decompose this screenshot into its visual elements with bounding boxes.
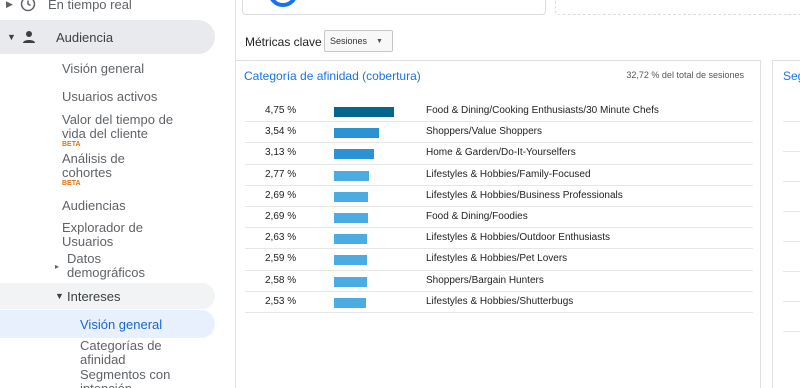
value-label: 2,59 %: [265, 253, 297, 265]
bar: [334, 191, 368, 202]
beta-badge: BETA: [62, 180, 81, 187]
sidebar-item-active-users[interactable]: Usuarios activos: [62, 90, 157, 104]
metrics-label: Métricas clave: [245, 35, 322, 49]
summary-card-placeholder: [555, 0, 800, 15]
bar: [334, 149, 374, 160]
panel-total: 32,72 % del total de sesiones: [626, 70, 744, 80]
category-label: Lifestyles & Hobbies/Business Profession…: [426, 189, 623, 201]
category-label: Home & Garden/Do-It-Yourselfers: [426, 147, 576, 159]
sidebar-item-label: Audiencias: [62, 198, 126, 213]
category-label: Shoppers/Value Shoppers: [426, 126, 543, 138]
bar: [334, 297, 366, 308]
category-label: Lifestyles & Hobbies/Shutterbugs: [426, 295, 574, 307]
category-label: Food & Dining/Foodies: [426, 210, 528, 222]
table-row: 4,75 % Food & Dining/Cooking Enthusiasts/…: [245, 101, 753, 123]
table-row: 2,69 % Lifestyles & Hobbies/Business Prof…: [245, 186, 753, 207]
value-label: 2,53 %: [265, 295, 297, 307]
sidebar-item-label: Valor del tiempo de vida del cliente: [62, 112, 174, 141]
circle-icon: [268, 0, 298, 7]
bar: [334, 255, 367, 266]
divider: [783, 181, 800, 182]
bar: [334, 234, 368, 245]
table-row: 3,13 % Home & Garden/Do-It-Yourselfers: [245, 143, 753, 165]
affinity-table: 4,75 % Food & Dining/Cooking Enthusiasts/…: [245, 101, 753, 313]
divider: [783, 331, 800, 332]
value-label: 2,69 %: [265, 189, 297, 201]
clock-icon: [20, 0, 36, 12]
metrics-select-value: Sesiones: [330, 36, 368, 46]
table-row: 2,77 % Lifestyles & Hobbies/Family-Focuse…: [245, 165, 753, 186]
sidebar-item-label: Usuarios activos: [62, 89, 158, 104]
category-label: Food & Dining/Cooking Enthusiasts/30 Min…: [426, 105, 659, 116]
sidebar-item-label: Audiencia: [56, 29, 114, 45]
value-label: 4,75 %: [265, 105, 297, 116]
bar: [334, 107, 394, 117]
person-icon: [23, 31, 35, 43]
value-label: 2,58 %: [265, 274, 297, 286]
category-label: Shoppers/Bargain Hunters: [426, 274, 544, 286]
category-label: Lifestyles & Hobbies/Family-Focused: [426, 168, 591, 180]
beta-badge: BETA: [62, 141, 81, 148]
sidebar-item-label: Visión general: [62, 61, 145, 76]
divider: [783, 301, 800, 302]
sidebar-item-audiences[interactable]: Audiencias: [62, 199, 126, 213]
sidebar-item-label: Categorías de afinidad: [80, 338, 162, 367]
table-row: 2,53 % Lifestyles & Hobbies/Shutterbugs: [245, 292, 753, 313]
value-label: 2,77 %: [265, 168, 297, 180]
table-row: 2,69 % Food & Dining/Foodies: [245, 207, 753, 229]
sidebar-item-label: Segmentos con intención...: [80, 367, 171, 388]
sidebar-item-affinity-categories[interactable]: Categorías de afinidad: [80, 339, 180, 367]
value-label: 3,13 %: [265, 147, 297, 159]
sidebar-item-interests-overview[interactable]: Visión general: [0, 310, 215, 338]
sidebar-item-cohort-analysis[interactable]: Análisis de cohortes BETA: [62, 152, 142, 188]
caret-down-icon: ▼: [55, 291, 64, 301]
divider: [783, 241, 800, 242]
segments-panel: Seg: [772, 60, 800, 388]
category-label: Lifestyles & Hobbies/Pet Lovers: [426, 253, 568, 265]
sidebar-item-overview[interactable]: Visión general: [62, 62, 144, 76]
table-row: 3,54 % Shoppers/Value Shoppers: [245, 122, 753, 144]
sidebar-item-label: Datos demográficos: [67, 251, 146, 280]
sidebar-item-label: Análisis de cohortes: [62, 151, 125, 180]
sidebar-item-label: En tiempo real: [48, 0, 132, 12]
sidebar-item-label: Explorador de Usuarios: [62, 220, 143, 249]
divider: [783, 211, 800, 212]
divider: [783, 121, 800, 122]
affinity-panel: Categoría de afinidad (cobertura) 32,72 …: [236, 60, 761, 388]
sidebar-item-label: Intereses: [67, 288, 121, 304]
divider: [783, 151, 800, 152]
sidebar-item-audience[interactable]: ▼ Audiencia: [0, 20, 215, 54]
panel-title[interactable]: Seg: [783, 69, 800, 83]
panel-title[interactable]: Categoría de afinidad (cobertura): [244, 69, 421, 83]
sidebar-item-in-market-segments[interactable]: Segmentos con intención...: [80, 368, 190, 388]
caret-right-icon: ▸: [55, 262, 60, 271]
sidebar: ▶ En tiempo real ▼ Audiencia Visión gene…: [0, 0, 236, 388]
table-row: 2,63 % Lifestyles & Hobbies/Outdoor Enthu…: [245, 228, 753, 250]
value-label: 2,69 %: [265, 210, 297, 222]
table-row: 2,58 % Shoppers/Bargain Hunters: [245, 271, 753, 292]
chevron-right-icon: ▶: [6, 0, 13, 9]
sidebar-item-interests[interactable]: ▼ Intereses: [0, 283, 215, 309]
bar: [334, 128, 379, 139]
sidebar-item-realtime[interactable]: ▶ En tiempo real: [6, 0, 132, 14]
bar: [334, 212, 368, 223]
value-label: 2,63 %: [265, 232, 297, 244]
bar: [334, 276, 367, 287]
sidebar-item-demographics[interactable]: ▸ Datos demográficos: [55, 252, 155, 280]
sidebar-item-label: Visión general: [80, 316, 163, 332]
caret-down-icon: ▼: [7, 32, 16, 42]
sidebar-item-user-explorer[interactable]: Explorador de Usuarios: [62, 221, 162, 249]
metrics-select[interactable]: Sesiones ▼: [324, 30, 393, 52]
divider: [783, 271, 800, 272]
bar: [334, 170, 369, 181]
sidebar-item-lifetime-value[interactable]: Valor del tiempo de vida del cliente BET…: [62, 113, 182, 149]
value-label: 3,54 %: [265, 126, 297, 138]
category-label: Lifestyles & Hobbies/Outdoor Enthusiasts: [426, 232, 610, 244]
table-row: 2,59 % Lifestyles & Hobbies/Pet Lovers: [245, 249, 753, 271]
summary-card: [242, 0, 546, 15]
chevron-down-icon: ▼: [376, 37, 383, 45]
